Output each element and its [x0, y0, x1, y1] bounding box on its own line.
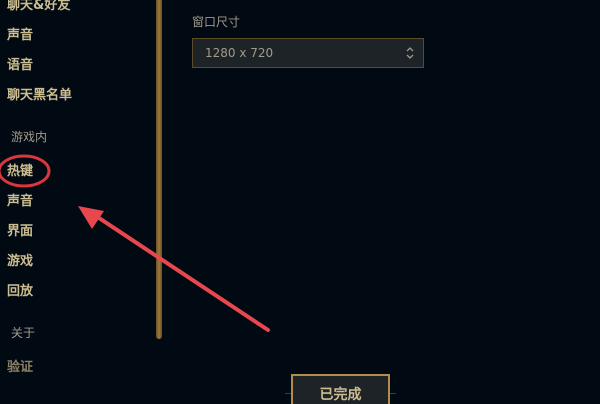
settings-window: 聊天&好友 声音 语音 聊天黑名单 游戏内 热键 声音 界面 游戏 回放 关于 …: [0, 0, 600, 404]
sidebar-item-interface[interactable]: 界面: [7, 224, 33, 240]
sidebar-item-voice[interactable]: 语音: [7, 58, 33, 74]
section-label-about: 关于: [11, 326, 36, 340]
sidebar-scrollbar[interactable]: [156, 0, 162, 339]
up-down-chevron-icon: [406, 47, 414, 59]
sidebar-item-hotkeys[interactable]: 热键: [7, 164, 33, 180]
sidebar-item-chat-blacklist[interactable]: 聊天黑名单: [7, 88, 72, 104]
sidebar-item-replays[interactable]: 回放: [7, 284, 33, 300]
done-button[interactable]: 已完成: [291, 374, 390, 404]
sidebar-item-verification[interactable]: 验证: [7, 360, 33, 376]
sidebar-item-ingame-sound[interactable]: 声音: [7, 194, 33, 210]
section-label-ingame: 游戏内: [11, 130, 48, 144]
sidebar-item-game[interactable]: 游戏: [7, 254, 33, 270]
settings-sidebar: 聊天&好友 声音 语音 聊天黑名单 游戏内 热键 声音 界面 游戏 回放 关于 …: [0, 0, 150, 404]
done-button-label: 已完成: [319, 387, 362, 403]
window-size-value: 1280 x 720: [205, 46, 274, 60]
window-size-select[interactable]: 1280 x 720: [192, 38, 424, 68]
sidebar-item-chat-friends[interactable]: 聊天&好友: [7, 0, 70, 14]
window-size-label: 窗口尺寸: [192, 15, 241, 29]
sidebar-item-sound[interactable]: 声音: [7, 28, 33, 44]
